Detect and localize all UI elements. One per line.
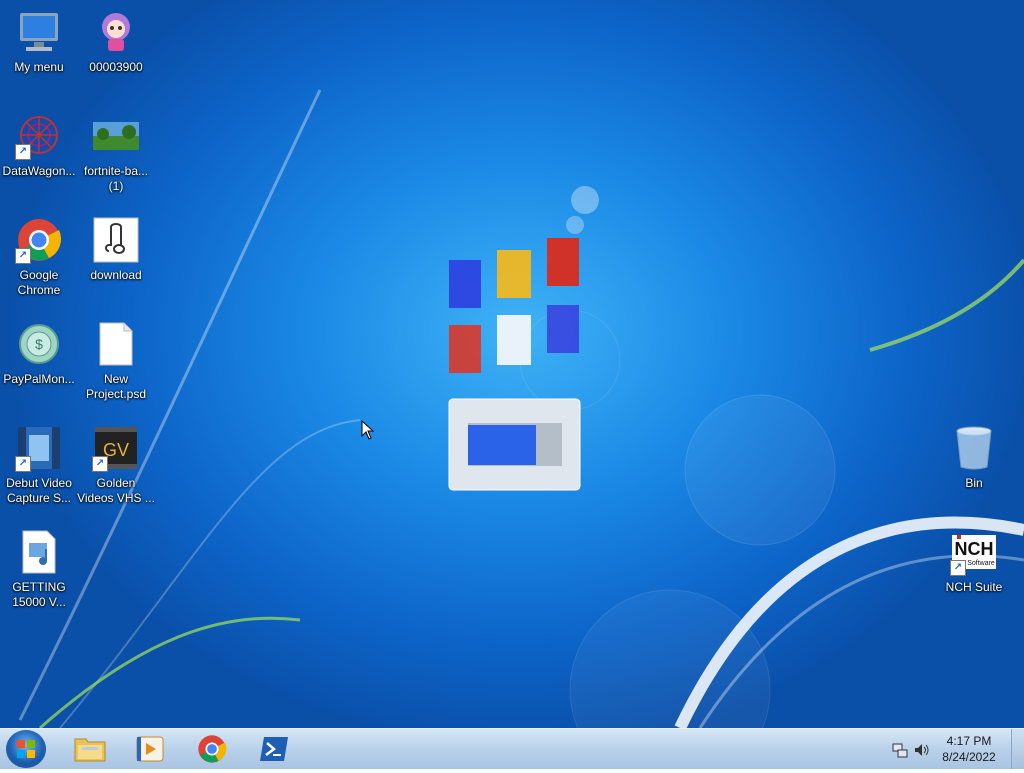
recycle-bin-icon: [950, 424, 998, 472]
clock-time: 4:17 PM: [946, 734, 992, 748]
shortcut-arrow-icon: ↗: [92, 456, 108, 472]
show-desktop-button[interactable]: [1011, 729, 1024, 769]
desktop-icon-label: Debut Video Capture S...: [6, 476, 72, 505]
desktop-icon-nch-suite[interactable]: NCH Software ↗ NCH Suite: [935, 528, 1013, 595]
file-explorer-icon: [74, 738, 106, 762]
desktop-icon-label: GETTING 15000 V...: [12, 580, 66, 609]
datawagon-icon: ↗: [15, 112, 63, 160]
chrome-icon: ↗: [15, 216, 63, 264]
desktop-icon-label: DataWagon...: [2, 164, 76, 178]
shortcut-arrow-icon: ↗: [15, 456, 31, 472]
desktop-icon-golden-videos-vhs[interactable]: GV ↗ Golden Videos VHS ...: [77, 424, 155, 506]
taskbar-powershell-button[interactable]: [246, 731, 302, 767]
desktop-icon-paypalmon[interactable]: $ PayPalMon...: [0, 320, 78, 387]
desktop-icon-datawagon[interactable]: ↗ DataWagon...: [0, 112, 78, 179]
image-thumbnail-icon: [92, 112, 140, 160]
desktop-icon-label: NCH Suite: [945, 580, 1003, 594]
system-tray: 4:17 PM 8/24/2022: [884, 729, 1024, 769]
desktop-icon-label: Golden Videos VHS ...: [77, 476, 155, 505]
desktop-icon-new-project-psd[interactable]: New Project.psd: [77, 320, 155, 402]
start-button[interactable]: [6, 730, 46, 768]
clock-date: 8/24/2022: [942, 750, 996, 764]
shortcut-arrow-icon: ↗: [15, 248, 31, 264]
desktop-icon-label: My menu: [14, 60, 64, 74]
chrome-icon: [198, 735, 227, 763]
desktop-icon-getting-15000[interactable]: GETTING 15000 V...: [0, 528, 78, 610]
shortcut-arrow-icon: ↗: [950, 560, 966, 576]
svg-text:$: $: [35, 336, 43, 352]
desktop-icon-download[interactable]: download: [77, 216, 155, 283]
desktop-icon-00003900[interactable]: 00003900: [77, 8, 155, 75]
windows-logo-icon: [17, 740, 35, 758]
nch-logo-text: NCH: [955, 539, 994, 559]
clock[interactable]: 4:17 PM 8/24/2022: [936, 733, 1002, 765]
desktop-icon-my-menu[interactable]: My menu: [0, 8, 78, 75]
desktop-icon-label: download: [90, 268, 142, 282]
debut-video-icon: ↗: [15, 424, 63, 472]
taskbar-media-player-button[interactable]: [122, 731, 178, 767]
network-icon[interactable]: [892, 742, 908, 758]
shortcut-arrow-icon: ↗: [15, 144, 31, 160]
blank-file-icon: [92, 320, 140, 368]
golden-videos-icon: GV ↗: [92, 424, 140, 472]
desktop-icon-recycle-bin[interactable]: Bin: [935, 424, 1013, 491]
taskbar-file-explorer-button[interactable]: [62, 731, 118, 767]
desktop-icon-fortnite-image[interactable]: fortnite-ba... (1): [77, 112, 155, 194]
desktop-icon-label: Bin: [965, 476, 983, 490]
mouse-cursor-icon: [361, 420, 375, 440]
nch-logo-subtext: Software: [967, 560, 995, 567]
cartoon-character-icon: [92, 8, 140, 56]
desktop-icon-label: New Project.psd: [85, 372, 147, 401]
taskbar-chrome-button[interactable]: [184, 731, 240, 767]
desktop-icon-label: 00003900: [89, 60, 143, 74]
audio-file-icon: [92, 216, 140, 264]
paypal-money-icon: $: [15, 320, 63, 368]
media-file-icon: [15, 528, 63, 576]
taskbar: 4:17 PM 8/24/2022: [0, 728, 1024, 769]
powershell-icon: [260, 737, 288, 761]
media-player-icon: [136, 736, 164, 762]
desktop-background: My menu 00003900 ↗ DataWagon... fortnite…: [0, 0, 1024, 728]
nch-suite-icon: NCH Software ↗: [950, 528, 998, 576]
desktop-icon-debut-video-capture[interactable]: ↗ Debut Video Capture S...: [0, 424, 78, 506]
desktop-icon-google-chrome[interactable]: ↗ Google Chrome: [0, 216, 78, 298]
desktop-icon-label: Google Chrome: [17, 268, 61, 297]
desktop-icon-label: PayPalMon...: [3, 372, 75, 386]
volume-icon[interactable]: [914, 742, 930, 758]
desktop-icon-label: fortnite-ba... (1): [83, 164, 149, 193]
computer-icon: [15, 8, 63, 56]
